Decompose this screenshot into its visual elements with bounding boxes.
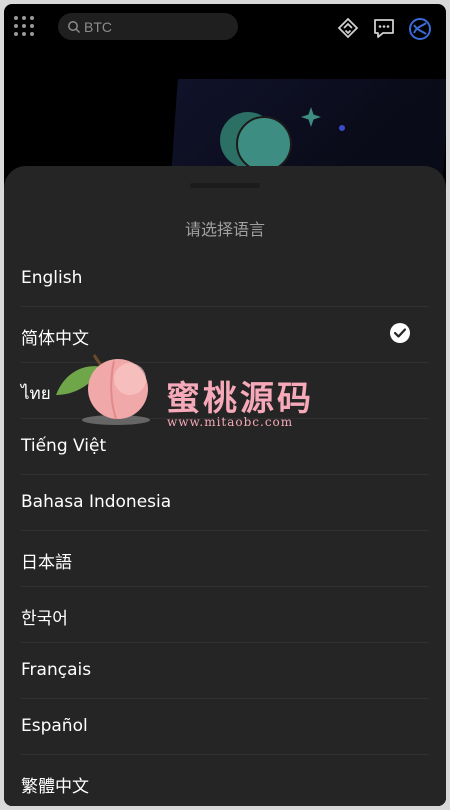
language-label: Bahasa Indonesia xyxy=(21,492,172,512)
peach-logo-icon xyxy=(56,354,150,425)
language-label: ไทย xyxy=(21,384,51,404)
watermark-url: www.mitaobc.com xyxy=(167,415,294,429)
diamond-swap-icon[interactable] xyxy=(336,16,360,40)
language-option-english[interactable]: English xyxy=(21,251,429,307)
checkmark-icon xyxy=(390,323,410,343)
language-label: Español xyxy=(21,716,88,736)
coin-graphic-front xyxy=(236,116,292,172)
grid-icon[interactable] xyxy=(14,16,36,38)
search-icon xyxy=(67,19,81,38)
app-screen: BTC 请选择语言 English 简体中文 ไทย Tiếng Việt Ba… xyxy=(4,4,446,806)
language-label: English xyxy=(21,268,83,288)
sheet-drag-handle[interactable] xyxy=(190,183,260,188)
sparkle-icon xyxy=(301,107,321,131)
search-placeholder: BTC xyxy=(84,19,112,35)
language-label: 简体中文 xyxy=(21,329,89,349)
sheet-title: 请选择语言 xyxy=(184,220,265,239)
language-label: 한국어 xyxy=(21,609,68,629)
language-list: English 简体中文 ไทย Tiếng Việt Bahasa Indon… xyxy=(4,251,446,806)
language-sheet: 请选择语言 English 简体中文 ไทย Tiếng Việt Bahasa… xyxy=(4,166,446,806)
language-option-traditional-chinese[interactable]: 繁體中文 xyxy=(21,755,429,806)
language-label: Français xyxy=(21,660,92,680)
language-label: 日本語 xyxy=(21,553,72,573)
language-option-indonesian[interactable]: Bahasa Indonesia xyxy=(21,475,429,531)
language-option-spanish[interactable]: Español xyxy=(21,699,429,755)
watermark: 蜜桃源码 www.mitaobc.com xyxy=(54,349,344,439)
network-globe-icon[interactable] xyxy=(408,17,432,41)
language-option-korean[interactable]: 한국어 xyxy=(21,587,429,643)
language-label: 繁體中文 xyxy=(21,777,89,797)
decor-dot xyxy=(339,125,345,131)
language-option-french[interactable]: Français xyxy=(21,643,429,699)
watermark-brand: 蜜桃源码 xyxy=(166,379,314,419)
search-bar[interactable]: BTC xyxy=(58,13,238,40)
language-option-japanese[interactable]: 日本語 xyxy=(21,531,429,587)
top-bar: BTC xyxy=(4,4,446,52)
message-icon[interactable] xyxy=(372,16,396,40)
